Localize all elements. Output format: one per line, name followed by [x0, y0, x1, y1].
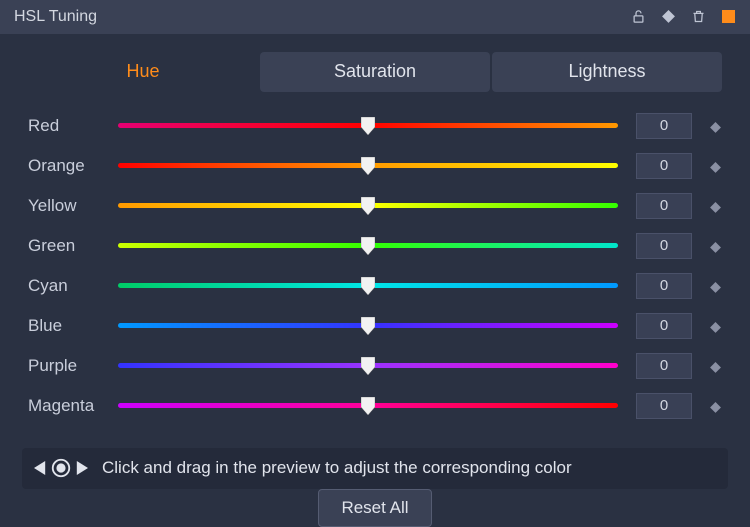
tab-lightness[interactable]: Lightness — [492, 52, 722, 92]
slider-blue[interactable] — [118, 316, 618, 336]
slider-track — [118, 203, 618, 208]
color-row-cyan: Cyan 0 — [28, 266, 722, 306]
color-label-blue: Blue — [28, 316, 118, 336]
hint-bar: Click and drag in the preview to adjust … — [22, 448, 728, 489]
tab-bar: Hue Saturation Lightness — [0, 34, 750, 100]
slider-track — [118, 323, 618, 328]
panel-footer: Reset All — [0, 489, 750, 527]
slider-track — [118, 283, 618, 288]
slider-cyan[interactable] — [118, 276, 618, 296]
keyframe-button-yellow[interactable] — [710, 200, 722, 212]
slider-orange[interactable] — [118, 156, 618, 176]
keyframe-button-cyan[interactable] — [710, 280, 722, 292]
slider-track — [118, 243, 618, 248]
keyframe-icon[interactable] — [660, 9, 676, 25]
value-input-orange[interactable]: 0 — [636, 153, 692, 179]
keyframe-button-blue[interactable] — [710, 320, 722, 332]
color-label-red: Red — [28, 116, 118, 136]
slider-track — [118, 403, 618, 408]
color-row-green: Green 0 — [28, 226, 722, 266]
slider-red[interactable] — [118, 116, 618, 136]
slider-purple[interactable] — [118, 356, 618, 376]
panel-title: HSL Tuning — [14, 8, 630, 26]
value-input-red[interactable]: 0 — [636, 113, 692, 139]
slider-magenta[interactable] — [118, 396, 618, 416]
keyframe-button-magenta[interactable] — [710, 400, 722, 412]
color-label-yellow: Yellow — [28, 196, 118, 216]
reset-all-button[interactable]: Reset All — [318, 489, 431, 527]
tab-hue[interactable]: Hue — [28, 52, 258, 92]
hint-text: Click and drag in the preview to adjust … — [102, 458, 572, 478]
slider-track — [118, 163, 618, 168]
slider-track — [118, 123, 618, 128]
color-row-blue: Blue 0 — [28, 306, 722, 346]
color-row-purple: Purple 0 — [28, 346, 722, 386]
drag-target-icon[interactable] — [34, 457, 88, 479]
color-row-yellow: Yellow 0 — [28, 186, 722, 226]
value-input-blue[interactable]: 0 — [636, 313, 692, 339]
panel-header: HSL Tuning — [0, 0, 750, 34]
trash-icon[interactable] — [690, 9, 706, 25]
value-input-cyan[interactable]: 0 — [636, 273, 692, 299]
color-row-magenta: Magenta 0 — [28, 386, 722, 426]
tab-saturation[interactable]: Saturation — [260, 52, 490, 92]
keyframe-button-purple[interactable] — [710, 360, 722, 372]
color-label-green: Green — [28, 236, 118, 256]
color-row-red: Red 0 — [28, 106, 722, 146]
value-input-yellow[interactable]: 0 — [636, 193, 692, 219]
value-input-magenta[interactable]: 0 — [636, 393, 692, 419]
color-label-purple: Purple — [28, 356, 118, 376]
slider-green[interactable] — [118, 236, 618, 256]
keyframe-button-orange[interactable] — [710, 160, 722, 172]
value-input-green[interactable]: 0 — [636, 233, 692, 259]
color-rows: Red0Orange0Yellow0Green0Cyan0Blue0Purple… — [0, 100, 750, 426]
keyframe-button-green[interactable] — [710, 240, 722, 252]
slider-track — [118, 363, 618, 368]
color-row-orange: Orange 0 — [28, 146, 722, 186]
unlock-icon[interactable] — [630, 9, 646, 25]
color-marker-icon[interactable] — [720, 9, 736, 25]
value-input-purple[interactable]: 0 — [636, 353, 692, 379]
color-label-cyan: Cyan — [28, 276, 118, 296]
color-label-magenta: Magenta — [28, 396, 118, 416]
slider-yellow[interactable] — [118, 196, 618, 216]
header-icon-group — [630, 9, 736, 25]
color-label-orange: Orange — [28, 156, 118, 176]
keyframe-button-red[interactable] — [710, 120, 722, 132]
hsl-tuning-panel: HSL Tuning Hu — [0, 0, 750, 527]
